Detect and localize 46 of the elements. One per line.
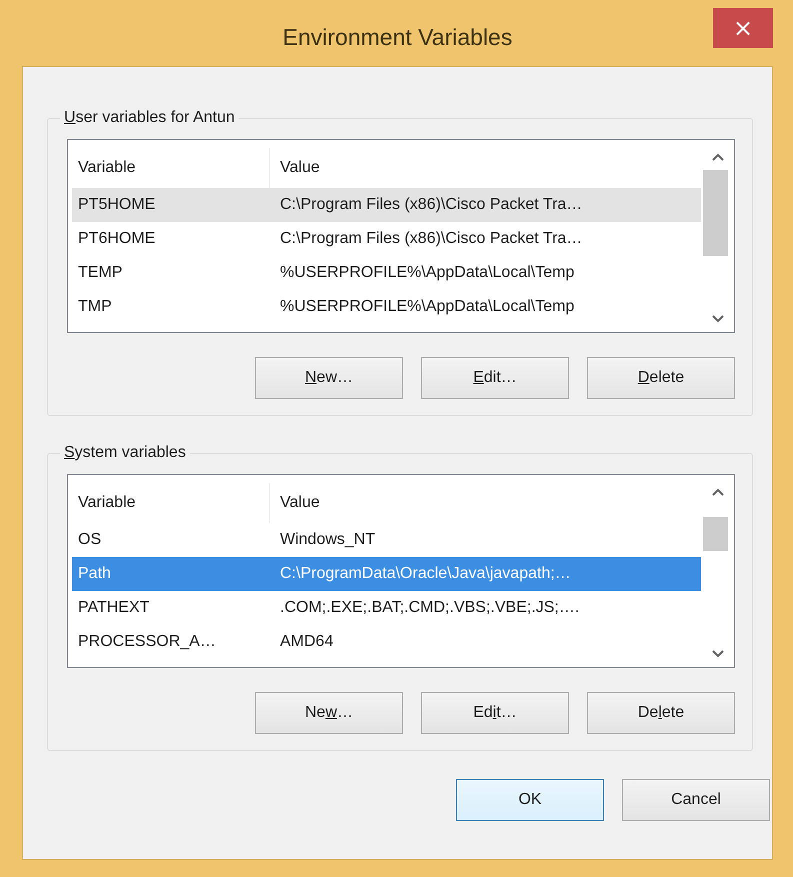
list-row[interactable]: TMP %USERPROFILE%\AppData\Local\Temp [72, 290, 701, 324]
group-label: System variables [63, 444, 187, 462]
action-button[interactable]: Delete [587, 692, 735, 734]
variable-name: TEMP [77, 264, 124, 282]
list-row[interactable]: PATHEXT .COM;.EXE;.BAT;.CMD;.VBS;.VBE;.JS;…. [72, 591, 701, 625]
list-row[interactable]: TEMP %USERPROFILE%\AppData\Local\Temp [72, 256, 701, 290]
variable-value: C:\ProgramData\Oracle\Java\javapath;… [279, 565, 572, 583]
variable-value: AMD64 [279, 633, 334, 651]
variable-value: %USERPROFILE%\AppData\Local\Temp [279, 298, 576, 316]
column-header[interactable]: Value [270, 483, 701, 523]
variable-value: .COM;.EXE;.BAT;.CMD;.VBS;.VBE;.JS;…. [279, 599, 580, 617]
variables-list[interactable]: Variable Value PT5HOME C:\Program Files (x86)\Cisco Packet Tra… PT6HOME C:\Program Files (x86)\Cisco Packet Tra… TEMP %USERPROFILE%\AppData\Local\Temp TMP %USERPROFILE%\AppData\Local\Temp [67, 139, 735, 333]
action-button[interactable]: Edit… [421, 357, 569, 399]
scroll-up-icon[interactable] [710, 152, 724, 162]
variable-value: C:\Program Files (x86)\Cisco Packet Tra… [279, 196, 584, 214]
list-row[interactable]: PT5HOME C:\Program Files (x86)\Cisco Packet Tra… [72, 188, 701, 222]
dialog-button[interactable]: OK [456, 779, 604, 821]
scrollbar-thumb[interactable] [703, 517, 728, 551]
scroll-down-icon[interactable] [710, 649, 724, 659]
dialog-button[interactable]: Cancel [622, 779, 770, 821]
scrollbar-thumb[interactable] [703, 170, 728, 256]
close-button[interactable]: × [713, 8, 773, 48]
variable-name: PT5HOME [77, 196, 156, 214]
variable-name: PROCESSOR_A… [77, 633, 217, 651]
variable-name: Path [77, 565, 112, 583]
group-label: User variables for Antun [63, 109, 236, 127]
action-button[interactable]: Delete [587, 357, 735, 399]
action-button[interactable]: New… [255, 357, 403, 399]
column-header[interactable]: Variable [72, 483, 270, 523]
variable-name: PT6HOME [77, 230, 156, 248]
variable-value: Windows_NT [279, 531, 376, 549]
action-button[interactable]: Edit… [421, 692, 569, 734]
variable-name: PATHEXT [77, 599, 150, 617]
variable-name: TMP [77, 298, 113, 316]
variables-list[interactable]: Variable Value OS Windows_NT Path C:\ProgramData\Oracle\Java\javapath;… PATHEXT .COM;.EXE;.BAT;.CMD;.VBS;.VBE;.JS;…. PROCESSOR_A… AMD64 [67, 474, 735, 668]
scroll-down-icon[interactable] [710, 314, 724, 324]
window-title: Environment Variables [282, 23, 512, 51]
variable-name: OS [77, 531, 102, 549]
list-row[interactable]: PT6HOME C:\Program Files (x86)\Cisco Packet Tra… [72, 222, 701, 256]
list-row[interactable]: PROCESSOR_A… AMD64 [72, 625, 701, 659]
list-row[interactable]: OS Windows_NT [72, 523, 701, 557]
column-header[interactable]: Value [270, 148, 701, 188]
variable-value: %USERPROFILE%\AppData\Local\Temp [279, 264, 576, 282]
variable-value: C:\Program Files (x86)\Cisco Packet Tra… [279, 230, 584, 248]
scroll-up-icon[interactable] [710, 487, 724, 497]
action-button[interactable]: New… [255, 692, 403, 734]
